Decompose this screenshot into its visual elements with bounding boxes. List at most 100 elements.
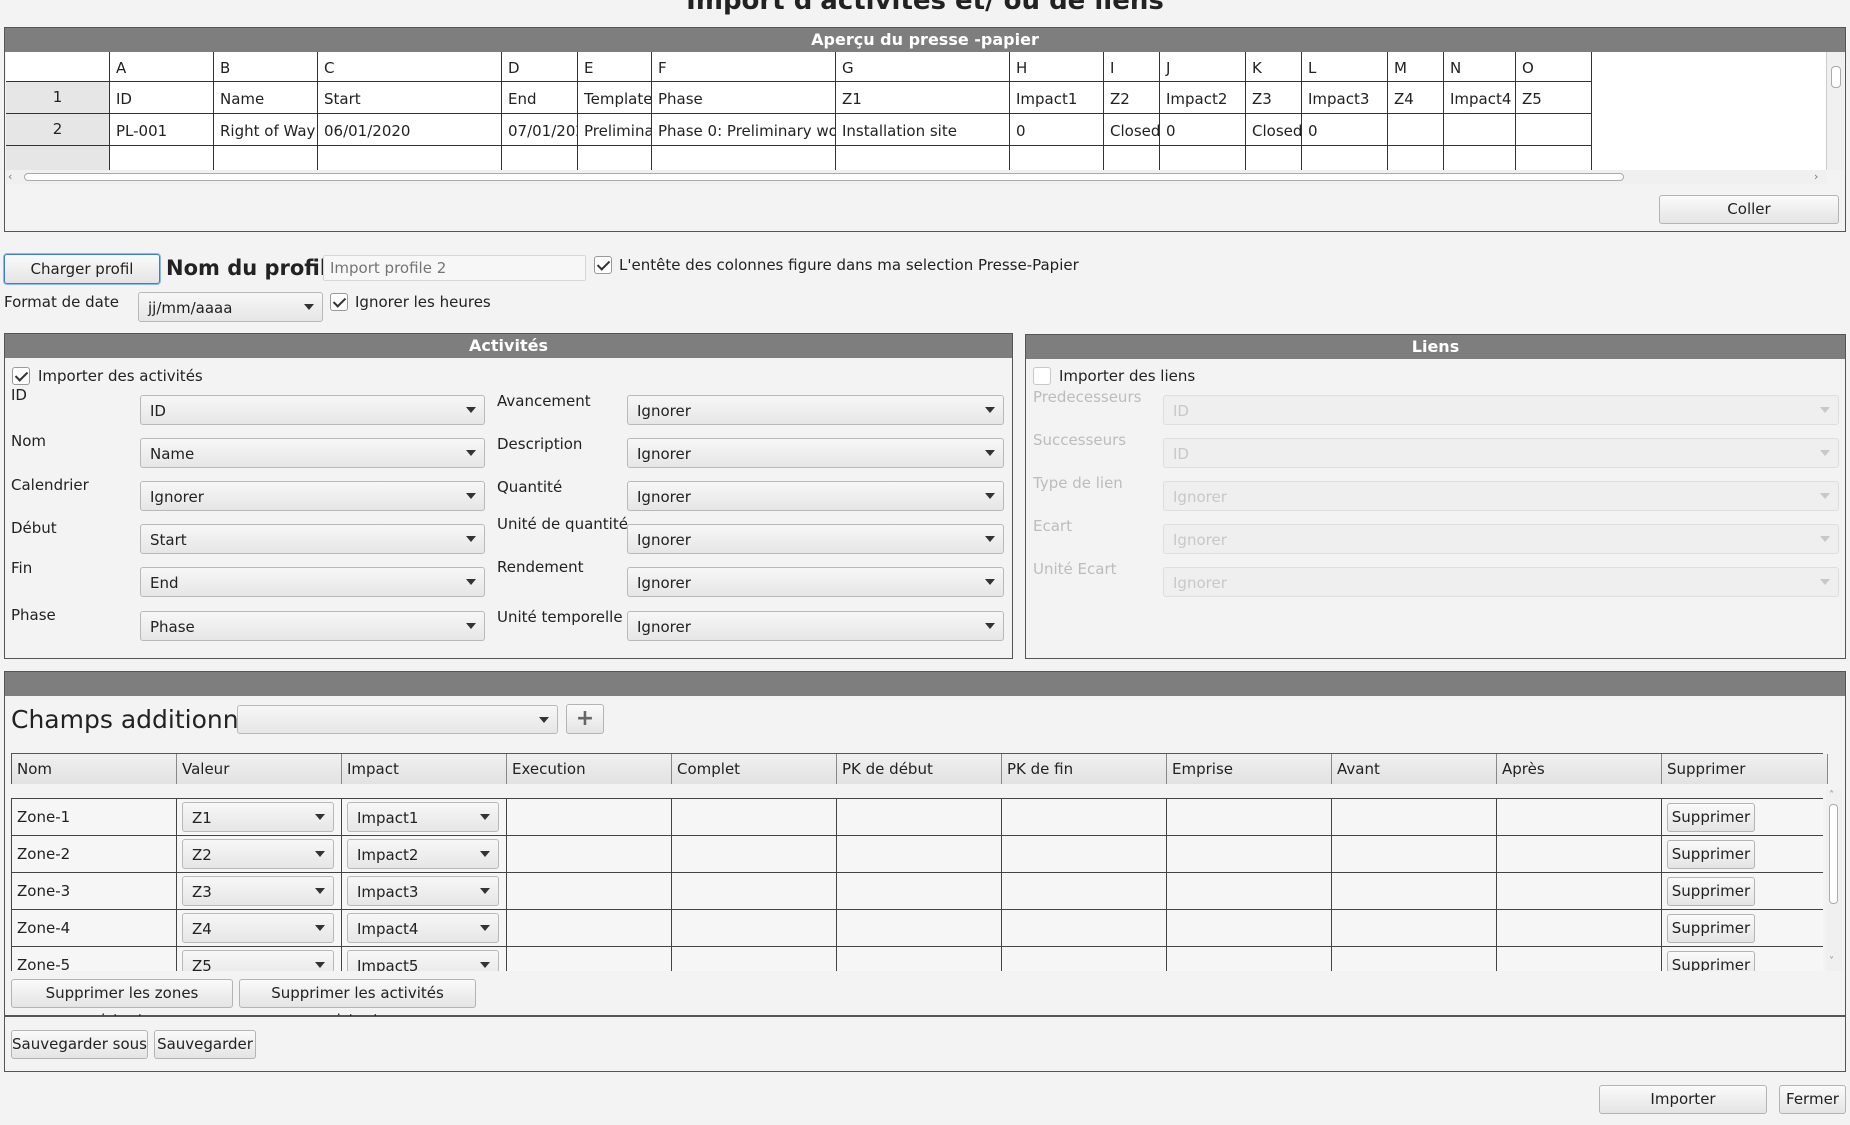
zone-impact-select[interactable]: Impact2	[347, 839, 499, 869]
zones-column-header[interactable]: Avant	[1332, 754, 1497, 784]
zones-column-header[interactable]: Après	[1497, 754, 1662, 784]
grid-cell[interactable]: Closed area	[1104, 114, 1160, 146]
activity-field-select[interactable]: Ignorer	[627, 438, 1004, 468]
zone-delete-button[interactable]: Supprimer	[1667, 951, 1755, 971]
grid-cell[interactable]: Z1	[836, 82, 1010, 114]
grid-cell[interactable]: Z2	[1104, 82, 1160, 114]
grid-cell[interactable]: Z5	[1516, 82, 1592, 114]
scroll-down-arrow-icon[interactable]: ˅	[1829, 956, 1834, 967]
grid-cell[interactable]	[1160, 146, 1246, 170]
zones-column-header[interactable]: Execution	[507, 754, 672, 784]
grid-cell[interactable]: Name	[214, 82, 318, 114]
grid-cell[interactable]: 06/01/2020	[318, 114, 502, 146]
zones-column-header[interactable]: PK de fin	[1002, 754, 1167, 784]
scroll-up-arrow-icon[interactable]: ˄	[1829, 790, 1834, 801]
scroll-right-arrow-icon[interactable]: ›	[1814, 170, 1818, 183]
grid-cell[interactable]	[110, 146, 214, 170]
grid-cell[interactable]	[1444, 114, 1516, 146]
zones-column-header[interactable]: Nom	[12, 754, 177, 784]
header-checkbox[interactable]	[594, 256, 612, 274]
save-as-button[interactable]: Sauvegarder sous	[11, 1030, 148, 1059]
additional-field-select[interactable]	[237, 705, 558, 734]
zone-name-cell[interactable]: Zone-5	[12, 947, 177, 971]
ignore-hours-checkbox[interactable]	[330, 293, 348, 311]
activity-field-select[interactable]: Ignorer	[627, 524, 1004, 554]
grid-cell[interactable]: Phase	[652, 82, 836, 114]
zone-delete-button[interactable]: Supprimer	[1667, 914, 1755, 943]
zone-delete-button[interactable]: Supprimer	[1667, 840, 1755, 869]
zones-column-header[interactable]: Complet	[672, 754, 837, 784]
grid-cell[interactable]: Installation site	[836, 114, 1010, 146]
grid-cell[interactable]: Impact1	[1010, 82, 1104, 114]
grid-cell[interactable]: Z4	[1388, 82, 1444, 114]
zone-impact-select[interactable]: Impact5	[347, 950, 499, 971]
import-button[interactable]: Importer	[1599, 1085, 1767, 1114]
scroll-left-arrow-icon[interactable]: ‹	[8, 170, 12, 183]
activity-field-select[interactable]: Phase	[140, 611, 485, 641]
grid-cell[interactable]: Impact2	[1160, 82, 1246, 114]
import-links-checkbox[interactable]	[1033, 367, 1051, 385]
grid-cell[interactable]: 0	[1302, 114, 1388, 146]
zones-column-header[interactable]: Supprimer	[1662, 754, 1828, 784]
grid-cell[interactable]	[1516, 114, 1592, 146]
grid-cell[interactable]: 07/01/2020	[502, 114, 578, 146]
grid-cell[interactable]: Closed area 2	[1246, 114, 1302, 146]
import-activities-checkbox[interactable]	[12, 367, 30, 385]
activity-field-select[interactable]: Start	[140, 524, 485, 554]
grid-cell[interactable]: Preliminary works	[578, 114, 652, 146]
grid-cell[interactable]	[1302, 146, 1388, 170]
activity-field-select[interactable]: End	[140, 567, 485, 597]
zone-value-select[interactable]: Z1	[182, 802, 334, 832]
close-button[interactable]: Fermer	[1779, 1085, 1846, 1114]
delete-activities-button[interactable]: Supprimer les activités existantes	[239, 979, 476, 1029]
zone-delete-button[interactable]: Supprimer	[1667, 803, 1755, 832]
grid-cell[interactable]	[578, 146, 652, 170]
activity-field-select[interactable]: Ignorer	[627, 481, 1004, 511]
profile-name-input[interactable]	[323, 255, 586, 281]
link-field-select[interactable]: ID	[1163, 438, 1839, 468]
zone-delete-button[interactable]: Supprimer	[1667, 877, 1755, 906]
zone-impact-select[interactable]: Impact3	[347, 876, 499, 906]
grid-cell[interactable]: Right of Way	[214, 114, 318, 146]
link-field-select[interactable]: ID	[1163, 395, 1839, 425]
zones-column-header[interactable]: Impact	[342, 754, 507, 784]
grid-cell[interactable]	[1010, 146, 1104, 170]
zones-column-header[interactable]: Valeur	[177, 754, 342, 784]
zone-value-select[interactable]: Z4	[182, 913, 334, 943]
zone-name-cell[interactable]: Zone-3	[12, 873, 177, 910]
scroll-thumb[interactable]	[24, 173, 1624, 181]
grid-cell[interactable]: ID	[110, 82, 214, 114]
zone-name-cell[interactable]: Zone-2	[12, 836, 177, 873]
grid-cell[interactable]	[1444, 146, 1516, 170]
zone-value-select[interactable]: Z2	[182, 839, 334, 869]
grid-cell[interactable]	[652, 146, 836, 170]
scroll-thumb[interactable]	[1831, 66, 1841, 88]
grid-cell[interactable]: Impact4	[1444, 82, 1516, 114]
save-button[interactable]: Sauvegarder	[154, 1030, 256, 1059]
grid-cell[interactable]: Impact3	[1302, 82, 1388, 114]
activity-field-select[interactable]: Name	[140, 438, 485, 468]
grid-cell[interactable]: PL-001	[110, 114, 214, 146]
activity-field-select[interactable]: ID	[140, 395, 485, 425]
zone-impact-select[interactable]: Impact4	[347, 913, 499, 943]
activity-field-select[interactable]: Ignorer	[140, 481, 485, 511]
grid-cell[interactable]	[1388, 114, 1444, 146]
activity-field-select[interactable]: Ignorer	[627, 567, 1004, 597]
grid-cell[interactable]	[1246, 146, 1302, 170]
grid-cell[interactable]	[502, 146, 578, 170]
link-field-select[interactable]: Ignorer	[1163, 481, 1839, 511]
load-profile-button[interactable]: Charger profil	[4, 254, 160, 284]
clipboard-grid[interactable]: A B C D E F G H I J K L M N O 1 ID Name Start End Template Ph…	[6, 52, 1826, 170]
zones-column-header[interactable]: Emprise	[1167, 754, 1332, 784]
grid-cell[interactable]: Start	[318, 82, 502, 114]
delete-zones-button[interactable]: Supprimer les zones existantes	[11, 979, 233, 1029]
grid-cell[interactable]: 0	[1160, 114, 1246, 146]
zone-name-cell[interactable]: Zone-4	[12, 910, 177, 947]
zone-impact-select[interactable]: Impact1	[347, 802, 499, 832]
clipboard-vertical-scrollbar[interactable]	[1826, 52, 1844, 170]
grid-cell[interactable]: Phase 0: Preliminary works	[652, 114, 836, 146]
grid-cell[interactable]	[836, 146, 1010, 170]
add-field-button[interactable]: +	[566, 704, 604, 734]
grid-cell[interactable]	[1516, 146, 1592, 170]
zone-value-select[interactable]: Z5	[182, 950, 334, 971]
